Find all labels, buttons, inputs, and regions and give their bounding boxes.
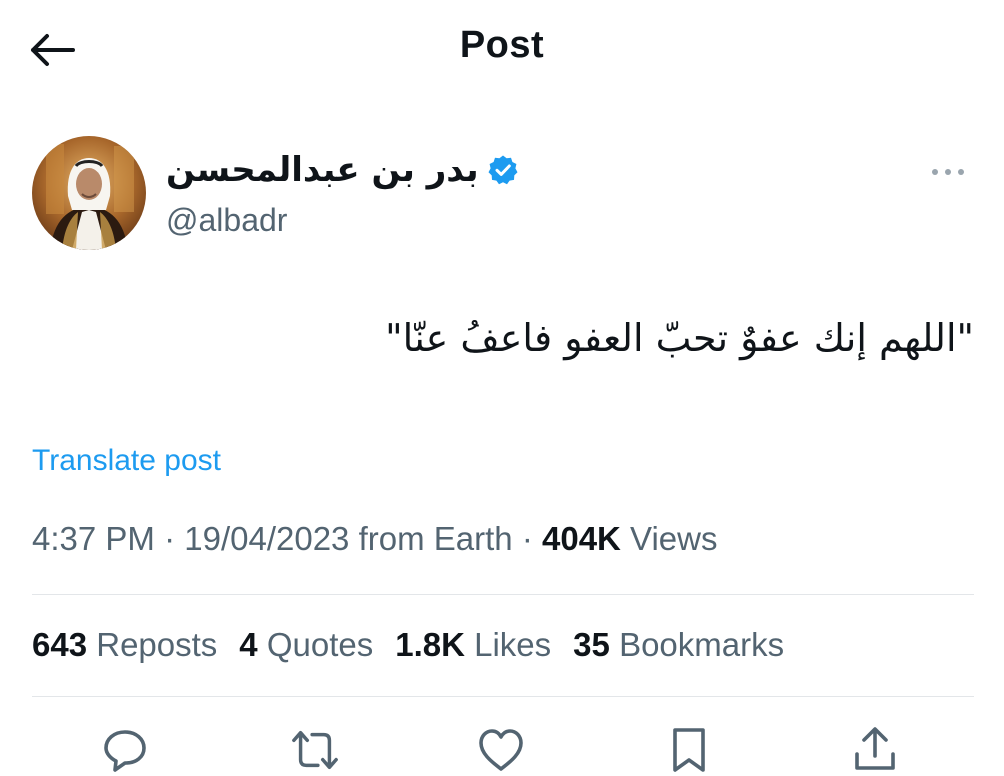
reply-icon [104,730,146,772]
avatar-image [32,136,146,250]
top-bar: Post [0,0,1004,100]
author-handle[interactable]: @albadr [166,202,287,239]
quotes-stat[interactable]: 4 Quotes [239,626,373,664]
likes-label: Likes [474,626,552,663]
quotes-count: 4 [239,626,258,663]
meta-separator: · [164,520,176,557]
like-icon [479,729,523,771]
views-label: Views [630,520,718,557]
repost-button[interactable] [290,726,340,776]
avatar[interactable] [32,136,146,250]
post-date[interactable]: 19/04/2023 [184,520,349,557]
translate-post-link[interactable]: Translate post [32,444,221,478]
post-source: from Earth [358,520,513,557]
views-count: 404K [541,520,621,557]
post-time[interactable]: 4:37 PM [32,520,155,557]
share-button[interactable] [850,726,900,776]
post-author: بدر بن عبدالمحسن @albadr [32,136,972,256]
engagement-stats: 643 Reposts 4 Quotes 1.8K Likes 35 Bookm… [32,626,784,664]
repost-icon [292,730,338,770]
bookmarks-stat[interactable]: 35 Bookmarks [573,626,784,664]
reposts-stat[interactable]: 643 Reposts [32,626,217,664]
reposts-count: 643 [32,626,88,663]
share-icon [855,727,895,770]
more-options-button[interactable] [928,158,968,186]
post-text: "اللهم إنك عفوٌ تحبّ العفو فاعفُ عنّا" [385,316,974,360]
quotes-label: Quotes [266,626,374,663]
author-display-name[interactable]: بدر بن عبدالمحسن [166,150,479,190]
divider [32,594,974,595]
likes-count: 1.8K [395,626,465,663]
reply-button[interactable] [100,726,150,776]
like-button[interactable] [476,726,526,776]
action-bar [0,716,1004,774]
page-title: Post [459,24,545,66]
meta-separator: · [521,520,533,557]
author-name-row: بدر بن عبدالمحسن [166,150,519,190]
post-meta: 4:37 PM · 19/04/2023 from Earth · 404K V… [32,520,717,558]
bookmarks-count: 35 [573,626,610,663]
likes-stat[interactable]: 1.8K Likes [395,626,551,664]
divider [32,696,974,697]
bookmarks-label: Bookmarks [619,626,785,663]
more-horizontal-icon [932,169,964,175]
reposts-label: Reposts [96,626,218,663]
bookmark-button[interactable] [664,726,714,776]
bookmark-icon [673,728,705,772]
verified-badge-icon [488,155,518,185]
